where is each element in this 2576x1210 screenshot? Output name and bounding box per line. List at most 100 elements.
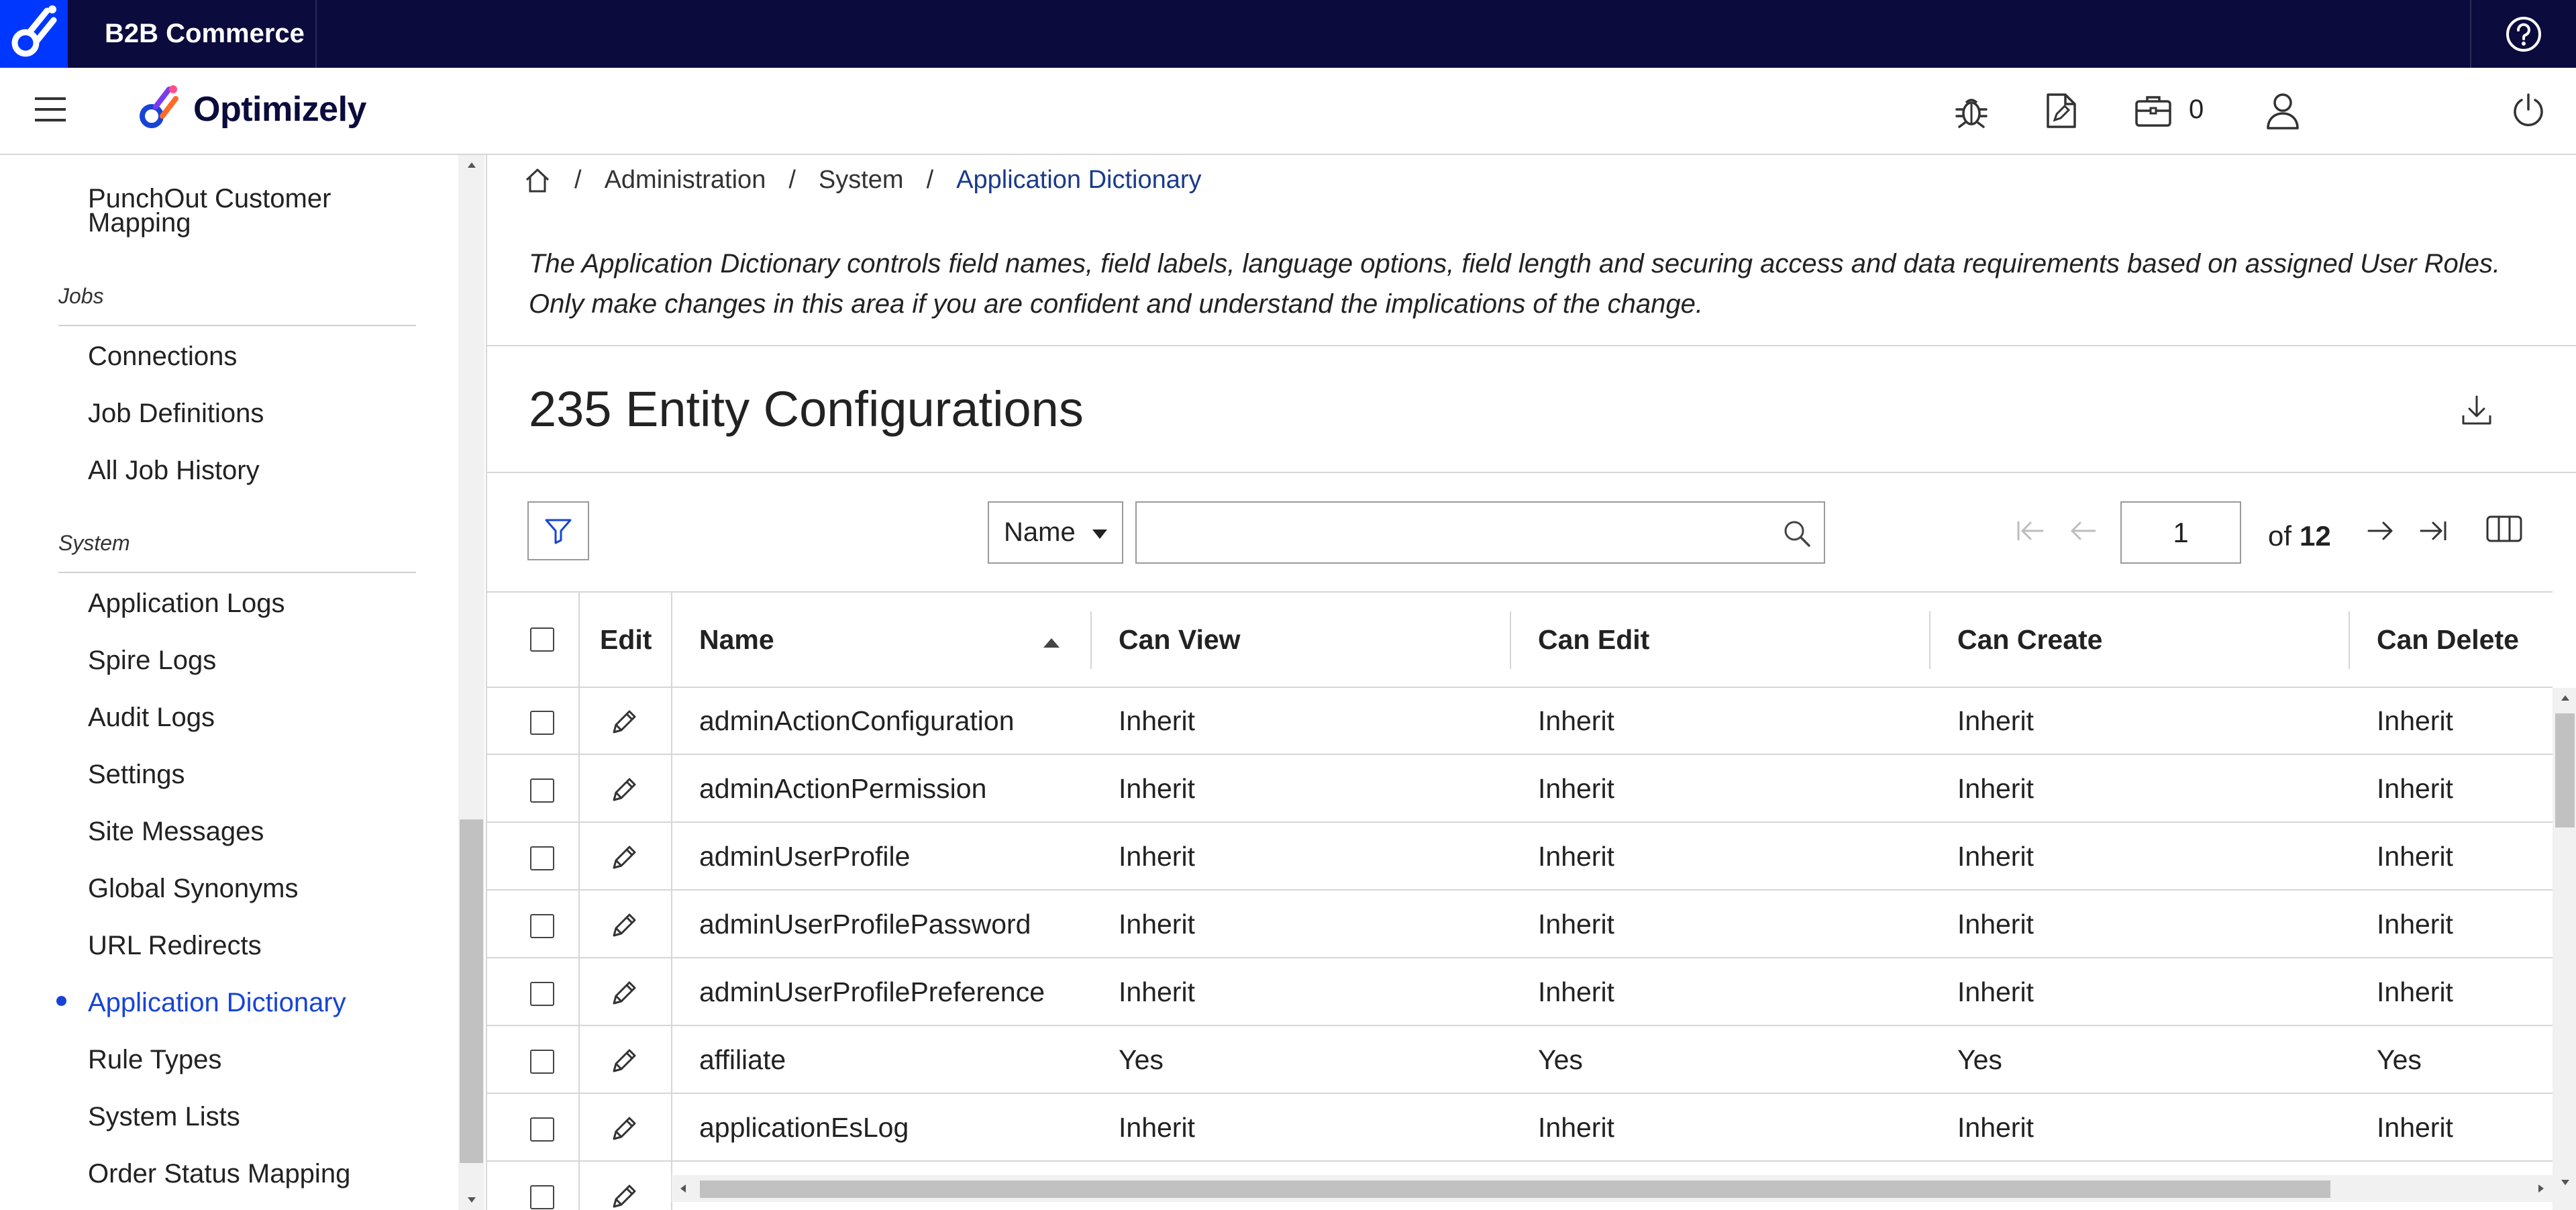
scroll-left-arrow-icon[interactable]	[672, 1175, 694, 1202]
pencil-icon[interactable]	[609, 1046, 639, 1076]
select-all-checkbox[interactable]	[530, 627, 554, 652]
sidebar-item-connections[interactable]: Connections	[88, 342, 237, 372]
sidebar-item-job-definitions[interactable]: Job Definitions	[88, 399, 264, 429]
sidebar-item-audit-logs[interactable]: Audit Logs	[88, 703, 215, 733]
column-header-can-create[interactable]: Can Create	[1957, 593, 2102, 687]
table-row[interactable]: adminUserProfile Inherit Inherit Inherit Inh…	[487, 823, 2553, 891]
cell-can-edit: Inherit	[1538, 773, 1614, 804]
column-divider[interactable]	[1510, 611, 1511, 669]
sidebar-item-spire-logs[interactable]: Spire Logs	[88, 646, 216, 676]
sidebar-item-url-redirects[interactable]: URL Redirects	[88, 931, 262, 961]
row-checkbox[interactable]	[530, 1185, 554, 1209]
row-checkbox[interactable]	[530, 846, 554, 870]
pencil-icon[interactable]	[609, 1113, 639, 1144]
scroll-down-arrow-icon[interactable]	[458, 1190, 484, 1210]
page-number-input[interactable]: 1	[2120, 501, 2241, 564]
sort-ascending-icon[interactable]	[1043, 638, 1060, 648]
sidebar-scrollbar[interactable]	[458, 155, 484, 1210]
sidebar-item-site-messages[interactable]: Site Messages	[88, 817, 264, 847]
briefcase-icon[interactable]	[2134, 92, 2173, 130]
scroll-right-arrow-icon[interactable]	[2530, 1175, 2553, 1202]
table-scroll-thumb[interactable]	[2555, 713, 2575, 827]
cell-can-edit: Inherit	[1538, 1112, 1614, 1143]
row-checkbox[interactable]	[530, 982, 554, 1006]
pencil-icon[interactable]	[609, 707, 639, 738]
help-icon[interactable]	[2470, 0, 2576, 68]
optimizely-brand-icon	[140, 85, 178, 128]
cell-name[interactable]: adminUserProfilePreference	[699, 959, 1045, 1025]
table-row[interactable]: applicationEsLog Inherit Inherit Inherit Inh…	[487, 1095, 2553, 1162]
table-row[interactable]: adminActionPermission Inherit Inherit Inher…	[487, 756, 2553, 823]
table-horizontal-scrollbar[interactable]	[672, 1175, 2553, 1202]
column-header-can-edit[interactable]: Can Edit	[1538, 593, 1649, 687]
bug-icon[interactable]	[1953, 92, 1990, 130]
filter-button[interactable]	[527, 501, 589, 560]
cell-can-create: Inherit	[1957, 705, 2034, 736]
sidebar-scroll-thumb[interactable]	[460, 819, 483, 1163]
search-input[interactable]	[1135, 501, 1825, 564]
scroll-down-arrow-icon[interactable]	[2553, 1172, 2576, 1193]
pencil-icon[interactable]	[609, 774, 639, 805]
cart-count[interactable]: 0	[2189, 95, 2204, 125]
cell-can-edit: Inherit	[1538, 841, 1614, 872]
hamburger-icon[interactable]	[35, 95, 66, 124]
document-edit-icon[interactable]	[2044, 92, 2079, 130]
column-header-can-view[interactable]: Can View	[1119, 593, 1241, 687]
sidebar-item-rule-types[interactable]: Rule Types	[88, 1045, 221, 1075]
row-checkbox[interactable]	[530, 914, 554, 938]
row-checkbox[interactable]	[530, 1117, 554, 1142]
cell-name[interactable]: adminUserProfilePassword	[699, 891, 1031, 957]
pencil-icon[interactable]	[609, 1181, 639, 1210]
cell-can-view: Inherit	[1119, 909, 1195, 940]
first-page-icon[interactable]	[2016, 519, 2045, 543]
table-row[interactable]: affiliate Yes Yes Yes Yes	[487, 1027, 2553, 1094]
cell-name[interactable]: adminUserProfile	[699, 823, 910, 889]
next-page-icon[interactable]	[2366, 519, 2395, 543]
search-icon[interactable]	[1782, 519, 1812, 548]
sidebar-item-system-lists[interactable]: System Lists	[88, 1102, 240, 1132]
cell-name[interactable]: affiliate	[699, 1027, 786, 1093]
breadcrumb-system[interactable]: System	[819, 166, 904, 195]
power-icon[interactable]	[2510, 92, 2547, 130]
table-hscroll-thumb[interactable]	[700, 1180, 2330, 1198]
column-divider[interactable]	[2349, 611, 2350, 669]
breadcrumb-administration[interactable]: Administration	[605, 166, 766, 195]
sidebar-item-all-job-history[interactable]: All Job History	[88, 456, 260, 486]
table-row[interactable]: adminActionConfiguration Inherit Inherit In…	[487, 688, 2553, 755]
column-header-name[interactable]: Name	[699, 593, 774, 687]
column-divider[interactable]	[1929, 611, 1930, 669]
sidebar-item-settings[interactable]: Settings	[88, 760, 185, 790]
sidebar-item-application-dictionary[interactable]: Application Dictionary	[88, 988, 346, 1018]
pencil-icon[interactable]	[609, 842, 639, 873]
search-field-select[interactable]: Name	[988, 501, 1123, 564]
pencil-icon[interactable]	[609, 978, 639, 1009]
download-icon[interactable]	[2460, 394, 2493, 427]
sidebar-item-global-synonyms[interactable]: Global Synonyms	[88, 874, 298, 904]
row-checkbox[interactable]	[530, 778, 554, 803]
sidebar-item-punchout-customer-mapping[interactable]: PunchOut Customer Mapping	[88, 185, 437, 236]
table-row[interactable]: adminUserProfilePassword Inherit Inherit In…	[487, 891, 2553, 958]
cell-name[interactable]: applicationEsLog	[699, 1095, 909, 1160]
scroll-up-arrow-icon[interactable]	[2553, 688, 2576, 708]
user-icon[interactable]	[2264, 92, 2302, 131]
column-header-can-delete[interactable]: Can Delete	[2377, 593, 2519, 687]
columns-icon[interactable]	[2485, 515, 2523, 543]
last-page-icon[interactable]	[2418, 519, 2448, 543]
home-icon[interactable]	[523, 166, 552, 195]
column-divider[interactable]	[1090, 611, 1092, 669]
sidebar-item-order-status-mapping[interactable]: Order Status Mapping	[88, 1159, 350, 1189]
cell-name[interactable]: adminActionConfiguration	[699, 688, 1015, 754]
row-checkbox[interactable]	[530, 711, 554, 735]
table-vertical-scrollbar[interactable]	[2553, 688, 2576, 1210]
table-row[interactable]: adminUserProfilePreference Inherit Inherit…	[487, 959, 2553, 1026]
optimizely-logo-icon[interactable]	[0, 0, 68, 68]
cell-name[interactable]: adminActionPermission	[699, 756, 986, 821]
app-name[interactable]: B2B Commerce	[68, 0, 317, 68]
sidebar-item-application-logs[interactable]: Application Logs	[88, 589, 285, 619]
prev-page-icon[interactable]	[2068, 519, 2098, 543]
brand-logo[interactable]: Optimizely	[133, 83, 366, 136]
scroll-up-arrow-icon[interactable]	[458, 155, 484, 175]
row-checkbox[interactable]	[530, 1050, 554, 1074]
cell-can-view: Inherit	[1119, 1112, 1195, 1143]
pencil-icon[interactable]	[609, 910, 639, 941]
